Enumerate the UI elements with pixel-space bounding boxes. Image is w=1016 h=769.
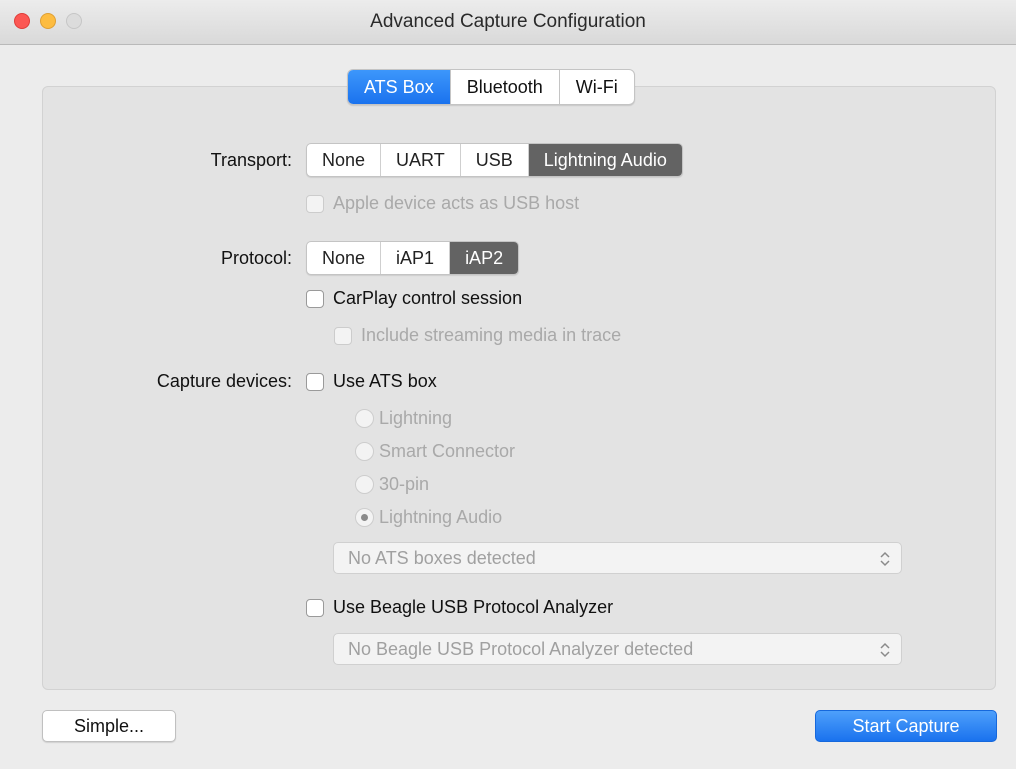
radio-lightning-audio[interactable]: Lightning Audio [355,507,502,528]
capture-devices-label: Capture devices: [156,371,292,391]
protocol-option-iap1[interactable]: iAP1 [381,242,451,274]
radio-lightning-audio-label: Lightning Audio [379,507,503,527]
radio-30-pin[interactable]: 30-pin [355,474,429,495]
ats-box-select-value: No ATS boxes detected [348,548,536,568]
transport-segmented-control: None UART USB Lightning Audio [306,143,683,177]
protocol-label: Protocol: [220,248,292,268]
carplay-checkbox[interactable]: CarPlay control session [306,288,522,309]
checkbox-box [306,598,324,617]
radio-lightning-label: Lightning [379,408,453,428]
checkbox-box [306,289,324,308]
radio-circle [355,442,374,461]
transport-option-usb[interactable]: USB [461,144,529,176]
tab-bar: ATS Box Bluetooth Wi-Fi [347,69,635,105]
ats-box-select[interactable]: No ATS boxes detected [333,542,902,574]
tab-bluetooth[interactable]: Bluetooth [451,70,560,104]
usb-host-checkbox[interactable]: Apple device acts as USB host [306,193,579,214]
window-title: Advanced Capture Configuration [370,11,646,32]
tab-wifi[interactable]: Wi-Fi [560,70,634,104]
checkbox-box [334,326,352,345]
start-capture-button[interactable]: Start Capture [815,710,997,742]
protocol-option-iap2[interactable]: iAP2 [450,242,519,274]
transport-option-uart[interactable]: UART [381,144,461,176]
radio-smart-connector[interactable]: Smart Connector [355,441,515,462]
radio-30-pin-label: 30-pin [379,474,430,494]
use-beagle-checkbox[interactable]: Use Beagle USB Protocol Analyzer [306,597,613,618]
simple-button[interactable]: Simple... [42,710,176,742]
radio-circle [355,409,374,428]
radio-lightning[interactable]: Lightning [355,408,452,429]
beagle-select-value: No Beagle USB Protocol Analyzer detected [348,639,694,659]
protocol-segmented-control: None iAP1 iAP2 [306,241,520,275]
chevron-updown-icon [879,543,891,573]
streaming-media-label: Include streaming media in trace [361,325,622,345]
use-ats-box-checkbox[interactable]: Use ATS box [306,371,437,392]
use-ats-box-label: Use ATS box [333,371,437,391]
radio-smart-connector-label: Smart Connector [379,441,516,461]
checkbox-box [306,194,324,213]
radio-circle [355,475,374,494]
title-bar: Advanced Capture Configuration [0,0,1016,45]
transport-option-none[interactable]: None [307,144,382,176]
checkbox-box [306,372,324,391]
carplay-label: CarPlay control session [333,288,523,308]
streaming-media-checkbox[interactable]: Include streaming media in trace [334,325,621,346]
protocol-option-none[interactable]: None [307,242,382,274]
transport-label: Transport: [210,150,292,170]
tab-ats-box[interactable]: ATS Box [348,70,451,104]
chevron-updown-icon [879,634,891,664]
transport-option-lightning-audio[interactable]: Lightning Audio [528,144,682,176]
beagle-select[interactable]: No Beagle USB Protocol Analyzer detected [333,633,902,665]
use-beagle-label: Use Beagle USB Protocol Analyzer [333,597,614,617]
radio-circle-selected [355,508,374,527]
usb-host-label: Apple device acts as USB host [333,193,580,213]
